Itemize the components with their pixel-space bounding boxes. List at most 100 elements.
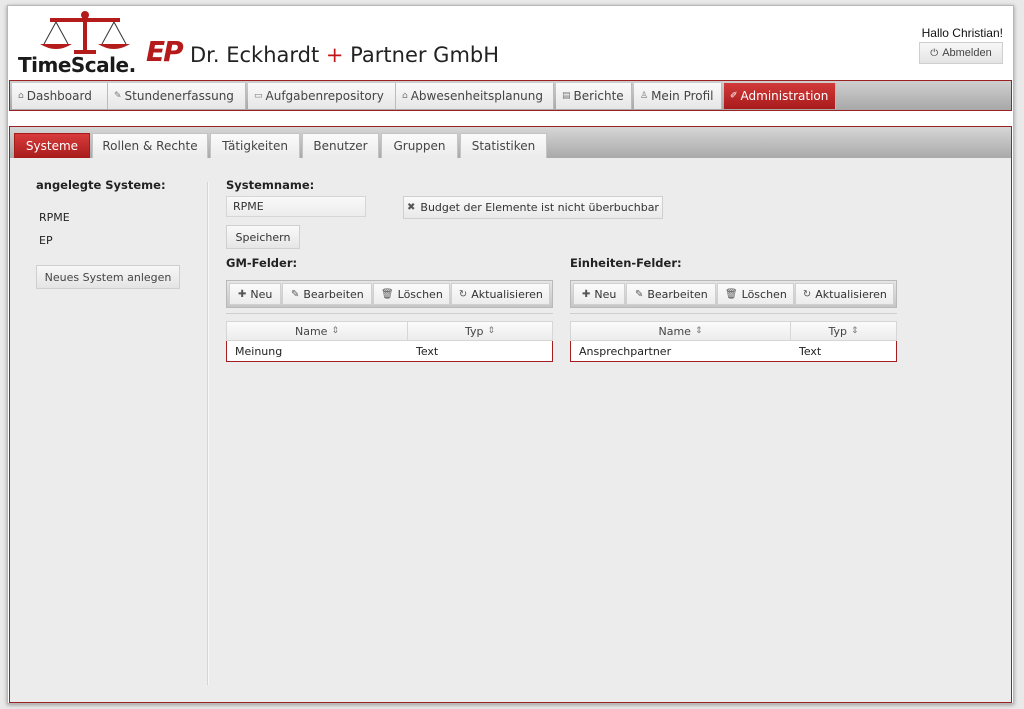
power-icon: ⏻ bbox=[930, 47, 939, 59]
ep-logo: EP bbox=[146, 35, 184, 68]
gm-new-label: Neu bbox=[250, 287, 273, 301]
plus-icon: ✚ bbox=[582, 288, 591, 300]
unit-fields-title: Einheiten-Felder: bbox=[570, 256, 682, 270]
sort-icon: ⇕ bbox=[331, 326, 339, 336]
admin-subnav: Systeme Rollen & Rechte Tätigkeiten Benu… bbox=[10, 127, 1011, 158]
user-icon: ♙ bbox=[640, 91, 649, 101]
tab-systeme[interactable]: Systeme bbox=[14, 133, 90, 158]
gm-toolbar-divider bbox=[226, 313, 553, 314]
logout-button[interactable]: ⏻ Abmelden bbox=[919, 42, 1003, 64]
gm-delete-button[interactable]: 🗑 Löschen bbox=[373, 283, 451, 305]
gm-fields-title: GM-Felder: bbox=[226, 256, 298, 270]
tab-statistiken[interactable]: Statistiken bbox=[460, 133, 547, 158]
pencil-icon: ✎ bbox=[114, 91, 122, 101]
units-edit-button[interactable]: ✎ Bearbeiten bbox=[626, 283, 717, 305]
system-item-rpme[interactable]: RPME bbox=[39, 211, 70, 224]
gm-refresh-button[interactable]: ↻ Aktualisieren bbox=[451, 283, 551, 305]
save-button[interactable]: Speichern bbox=[226, 225, 300, 249]
pencil-icon: ✎ bbox=[290, 288, 300, 300]
units-toolbar: ✚ Neu ✎ Bearbeiten 🗑 Löschen ↻ Aktualisi… bbox=[570, 280, 897, 308]
system-name-input[interactable]: RPME bbox=[226, 196, 366, 217]
nav-label: Stundenerfassung bbox=[124, 89, 234, 103]
wrench-icon: ✐ bbox=[730, 91, 738, 101]
sort-icon: ⇕ bbox=[487, 326, 496, 336]
column-label: Typ bbox=[828, 324, 847, 338]
tab-gruppen[interactable]: Gruppen bbox=[381, 133, 458, 158]
sort-icon: ⇕ bbox=[694, 326, 703, 336]
timescale-logo[interactable]: TimeScale. bbox=[12, 10, 138, 77]
new-system-button[interactable]: Neues System anlegen bbox=[36, 265, 180, 289]
gm-fields-table: Name ⇕ Typ ⇕ Meinung Text bbox=[226, 321, 553, 362]
column-header-name[interactable]: Name ⇕ bbox=[571, 322, 791, 340]
units-new-button[interactable]: ✚ Neu bbox=[573, 283, 626, 305]
home-icon: ⌂ bbox=[18, 91, 24, 101]
logout-label: Abmelden bbox=[942, 47, 992, 59]
header: TimeScale. EP Dr. Eckhardt + Partner Gmb… bbox=[8, 6, 1013, 80]
nav-label: Abwesenheitsplanung bbox=[410, 89, 543, 103]
nav-abwesenheitsplanung[interactable]: ⌂ Abwesenheitsplanung bbox=[396, 83, 554, 109]
unit-fields-table: Name ⇕ Typ ⇕ Ansprechpartner Text bbox=[570, 321, 897, 362]
units-refresh-label: Aktualisieren bbox=[815, 287, 887, 301]
plus-icon: ✚ bbox=[238, 288, 247, 300]
greeting-text: Hallo Christian! bbox=[921, 26, 1003, 40]
refresh-icon: ↻ bbox=[802, 288, 812, 300]
nav-label: Dashboard bbox=[26, 89, 92, 103]
tab-benutzer[interactable]: Benutzer bbox=[302, 133, 379, 158]
tab-taetigkeiten[interactable]: Tätigkeiten bbox=[210, 133, 300, 158]
units-delete-button[interactable]: 🗑 Löschen bbox=[717, 283, 795, 305]
house-icon: ⌂ bbox=[402, 91, 408, 101]
gm-new-button[interactable]: ✚ Neu bbox=[229, 283, 282, 305]
nav-label: Berichte bbox=[573, 89, 624, 103]
column-header-type[interactable]: Typ ⇕ bbox=[791, 322, 896, 340]
budget-toggle-button[interactable]: ✖ Budget der Elemente ist nicht überbuch… bbox=[403, 196, 663, 219]
units-toolbar-divider bbox=[570, 313, 897, 314]
sort-icon: ⇕ bbox=[850, 326, 859, 336]
system-name-label: Systemname: bbox=[226, 178, 315, 192]
table-row[interactable]: Meinung Text bbox=[226, 341, 553, 362]
nav-berichte[interactable]: ▤ Berichte bbox=[556, 83, 632, 109]
nav-label: Mein Profil bbox=[651, 89, 714, 103]
units-delete-label: Löschen bbox=[741, 287, 787, 301]
column-label: Typ bbox=[464, 324, 484, 338]
gm-delete-label: Löschen bbox=[397, 287, 443, 301]
folder-icon: ▭ bbox=[254, 91, 263, 101]
vertical-divider bbox=[207, 182, 209, 685]
systems-list-title: angelegte Systeme: bbox=[36, 178, 166, 192]
cell-type: Text bbox=[799, 344, 822, 358]
budget-label: Budget der Elemente ist nicht überbuchba… bbox=[420, 201, 659, 214]
table-header: Name ⇕ Typ ⇕ bbox=[570, 321, 897, 341]
column-header-name[interactable]: Name ⇕ bbox=[227, 322, 408, 340]
units-new-label: Neu bbox=[594, 287, 617, 301]
nav-stundenerfassung[interactable]: ✎ Stundenerfassung bbox=[108, 83, 246, 109]
trash-icon: 🗑 bbox=[724, 288, 738, 300]
column-header-type[interactable]: Typ ⇕ bbox=[408, 322, 552, 340]
scales-icon bbox=[40, 11, 130, 54]
trash-icon: 🗑 bbox=[380, 288, 394, 300]
logo-text: TimeScale. bbox=[18, 53, 136, 77]
nav-label: Administration bbox=[740, 89, 829, 103]
tab-rollen-rechte[interactable]: Rollen & Rechte bbox=[92, 133, 208, 158]
gm-toolbar: ✚ Neu ✎ Bearbeiten 🗑 Löschen ↻ Aktualisi… bbox=[226, 280, 553, 308]
close-icon: ✖ bbox=[407, 202, 416, 213]
app-window: TimeScale. EP Dr. Eckhardt + Partner Gmb… bbox=[7, 5, 1014, 704]
table-header: Name ⇕ Typ ⇕ bbox=[226, 321, 553, 341]
units-refresh-button[interactable]: ↻ Aktualisieren bbox=[795, 283, 895, 305]
nav-administration[interactable]: ✐ Administration bbox=[724, 83, 836, 109]
report-icon: ▤ bbox=[562, 91, 571, 101]
gm-edit-button[interactable]: ✎ Bearbeiten bbox=[282, 283, 373, 305]
column-label: Name bbox=[658, 324, 691, 338]
cell-name: Ansprechpartner bbox=[579, 344, 672, 358]
pencil-icon: ✎ bbox=[634, 288, 644, 300]
nav-dashboard[interactable]: ⌂ Dashboard bbox=[12, 83, 108, 109]
system-item-ep[interactable]: EP bbox=[39, 234, 53, 247]
units-edit-label: Bearbeiten bbox=[647, 287, 708, 301]
cell-name: Meinung bbox=[235, 344, 283, 358]
gm-refresh-label: Aktualisieren bbox=[471, 287, 543, 301]
content-area: Systeme Rollen & Rechte Tätigkeiten Benu… bbox=[9, 126, 1012, 703]
nav-mein-profil[interactable]: ♙ Mein Profil bbox=[634, 83, 722, 109]
main-navigation: ⌂ Dashboard ✎ Stundenerfassung ▭ Aufgabe… bbox=[9, 80, 1012, 111]
column-label: Name bbox=[295, 324, 328, 338]
nav-aufgabenrepository[interactable]: ▭ Aufgabenrepository bbox=[248, 83, 396, 109]
cell-type: Text bbox=[416, 344, 439, 358]
table-row[interactable]: Ansprechpartner Text bbox=[570, 341, 897, 362]
